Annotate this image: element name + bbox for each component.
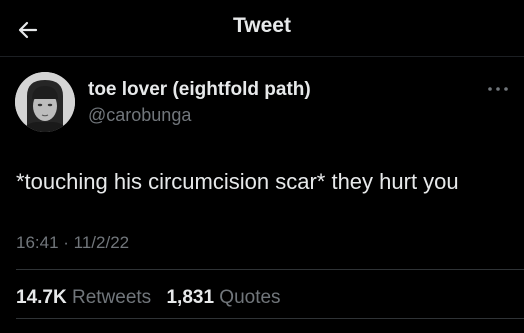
quotes-stat[interactable]: 1,831 Quotes: [166, 287, 280, 309]
page-title: Tweet: [233, 14, 291, 37]
tweet-timestamp[interactable]: 16:41 · 11/2/22: [16, 233, 129, 253]
top-bar: Tweet: [0, 0, 524, 57]
quotes-label: Quotes: [219, 287, 281, 308]
divider: [16, 269, 524, 270]
profile-photo: [15, 72, 75, 132]
tweet-text: *touching his circumcision scar* they hu…: [16, 169, 459, 194]
tweet-stats: 14.7K Retweets 1,831 Quotes: [16, 287, 291, 309]
retweets-count: 14.7K: [16, 287, 67, 308]
retweets-stat[interactable]: 14.7K Retweets: [16, 287, 151, 309]
display-name[interactable]: toe lover (eightfold path): [88, 79, 311, 101]
more-options-button[interactable]: [484, 80, 512, 98]
more-horizontal-icon: [488, 87, 508, 91]
retweets-label: Retweets: [71, 287, 152, 308]
divider: [16, 318, 524, 319]
username-handle[interactable]: @carobunga: [88, 105, 191, 126]
avatar[interactable]: [15, 72, 75, 132]
quotes-count: 1,831: [166, 287, 215, 308]
